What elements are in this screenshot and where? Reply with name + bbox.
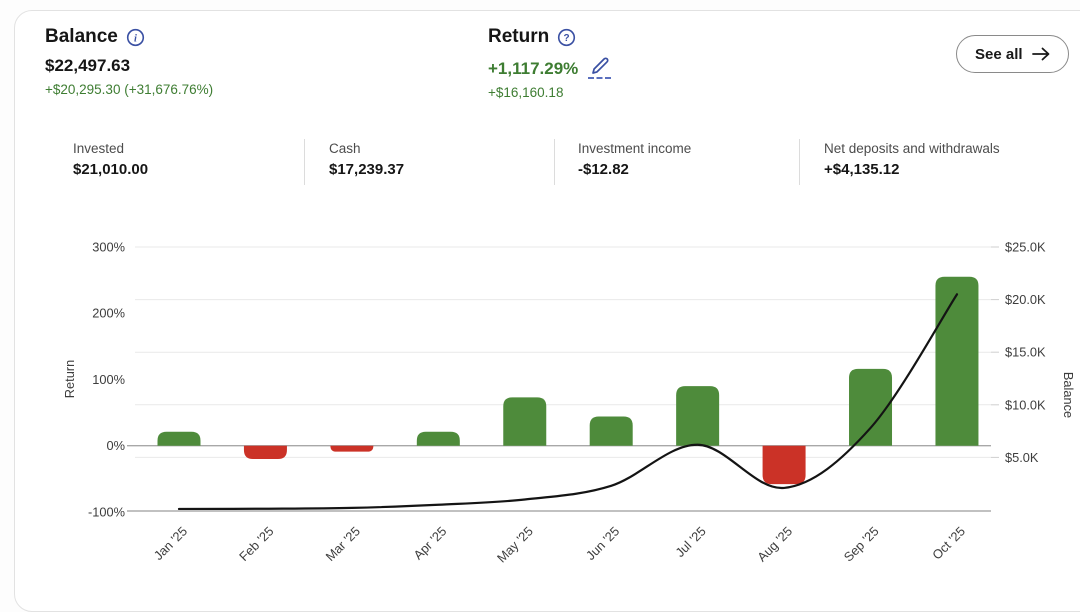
bar-oct-25[interactable] [935,277,978,446]
balance-change: +$20,295.30 (+31,676.76%) [45,82,213,97]
left-axis-tick-label: 300% [92,240,125,255]
x-label-mar-25: Mar '25 [322,524,363,565]
performance-chart: $25.0K $20.0K $15.0K $10.0K $5.0K 300% 200% 100… [15,231,1080,584]
return-title: Return [488,26,549,48]
bar-feb-25[interactable] [244,446,287,459]
see-all-label: See all [975,46,1023,63]
x-label-jul-25: Jul '25 [672,524,708,560]
left-axis-tick-label: 0% [107,438,126,453]
x-label-aug-25: Aug '25 [754,524,795,565]
see-all-button[interactable]: See all [956,35,1069,73]
performance-card: Balance i $22,497.63 +$20,295.30 (+31,67… [14,10,1080,612]
stats-row: Invested $21,010.00 Cash $17,239.37 Inve… [15,139,1080,189]
left-axis-tick-label: -100% [88,504,125,519]
bar-aug-25[interactable] [763,446,806,484]
left-axis-title: Return [62,360,77,398]
stat-label: Invested [73,141,148,156]
balance-title: Balance [45,26,118,48]
left-axis-tick-label: 200% [92,306,125,321]
stat-investment-income: Investment income -$12.82 [578,141,691,178]
right-axis-title: Balance [1061,372,1076,418]
return-change: +$16,160.18 [488,85,611,100]
stat-label: Investment income [578,141,691,156]
x-label-sep-25: Sep '25 [841,524,882,565]
stats-divider [304,139,305,185]
edit-dashed-underline [588,77,611,79]
stat-value: $21,010.00 [73,161,148,178]
x-label-may-25: May '25 [494,524,536,566]
combo-chart-svg: $25.0K $20.0K $15.0K $10.0K $5.0K 300% 200% 100… [15,231,1080,584]
x-label-jan-25: Jan '25 [151,524,191,564]
balance-value: $22,497.63 [45,56,213,76]
edit-return-button[interactable] [588,56,611,79]
x-label-apr-25: Apr '25 [410,524,449,563]
balance-section: Balance i $22,497.63 +$20,295.30 (+31,67… [45,26,213,97]
pencil-icon [590,56,610,76]
right-axis-tick-label: $15.0K [1005,345,1046,360]
bar-may-25[interactable] [503,397,546,445]
stats-divider [799,139,800,185]
arrow-right-icon [1032,47,1050,61]
bar-mar-25[interactable] [330,446,373,452]
stat-invested: Invested $21,010.00 [73,141,148,178]
left-axis-tick-label: 100% [92,372,125,387]
right-axis-tick-label: $20.0K [1005,292,1046,307]
return-value: +1,117.29% [488,59,578,79]
right-axis-tick-label: $25.0K [1005,240,1046,255]
stat-value: +$4,135.12 [824,161,1000,178]
x-label-feb-25: Feb '25 [236,524,277,565]
bar-jun-25[interactable] [590,417,633,446]
right-axis-tick-label: $10.0K [1005,397,1046,412]
stat-net-deposits: Net deposits and withdrawals +$4,135.12 [824,141,1000,178]
stat-cash: Cash $17,239.37 [329,141,404,178]
stat-value: -$12.82 [578,161,691,178]
svg-text:i: i [134,33,137,44]
stats-divider [554,139,555,185]
right-axis-tick-label: $5.0K [1005,450,1039,465]
x-label-jun-25: Jun '25 [583,524,623,564]
return-section: Return ? +1,117.29% +$16,160.18 [488,26,611,100]
stat-label: Net deposits and withdrawals [824,141,1000,156]
x-label-oct-25: Oct '25 [929,524,968,563]
balance-line [179,294,957,509]
help-icon[interactable]: ? [557,28,576,47]
svg-text:?: ? [564,32,570,43]
stat-value: $17,239.37 [329,161,404,178]
bar-jan-25[interactable] [158,432,201,446]
bar-jul-25[interactable] [676,386,719,446]
bar-apr-25[interactable] [417,432,460,446]
stat-label: Cash [329,141,404,156]
info-icon[interactable]: i [126,28,145,47]
